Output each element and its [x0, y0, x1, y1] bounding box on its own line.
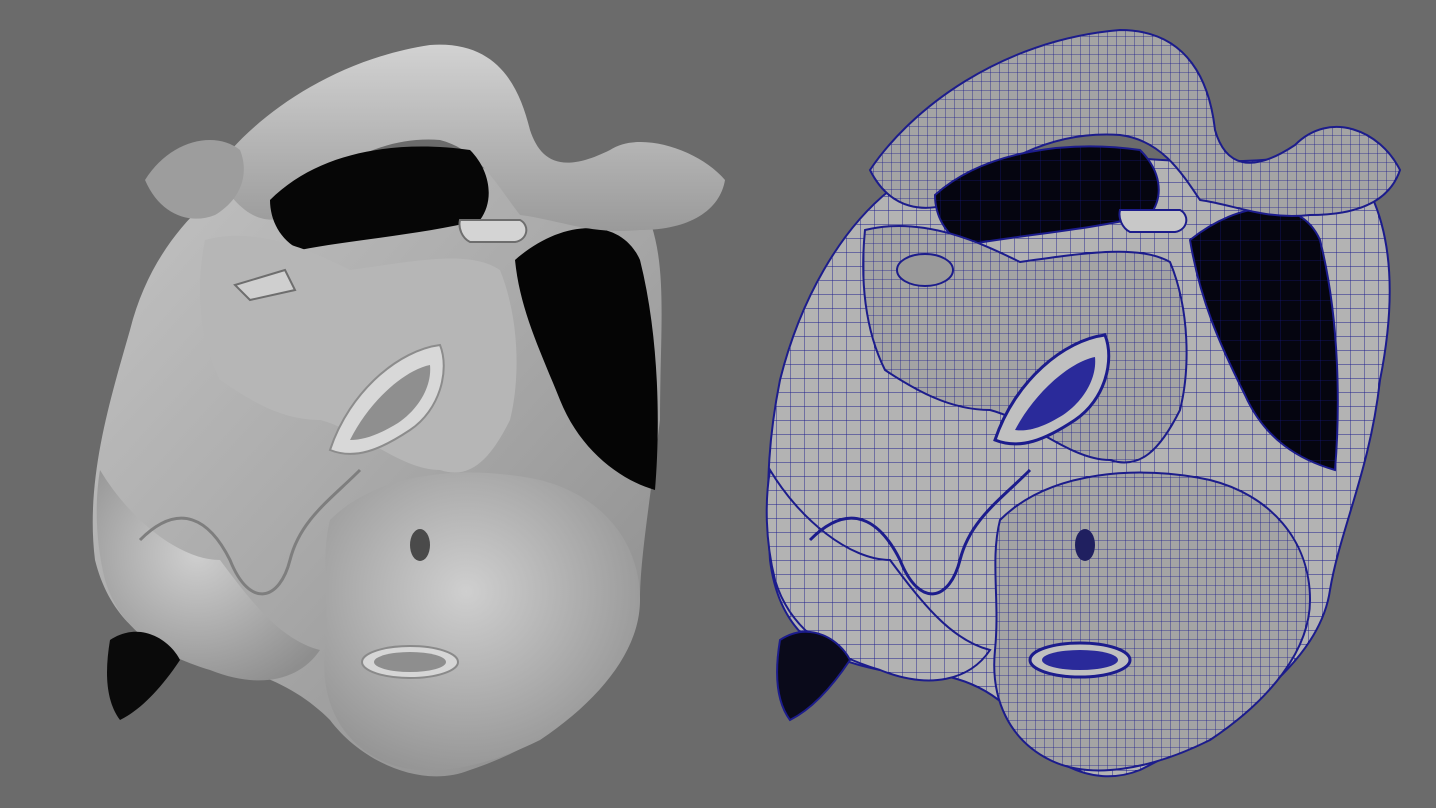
shaded-vest-svg: [92, 44, 725, 777]
wire-chest-clip: [896, 253, 954, 287]
wire-bottom-strap: [776, 630, 852, 722]
3d-viewport: [0, 0, 1436, 808]
wireframe-vest-render: [720, 0, 1436, 808]
wire-lower-right-pad: [993, 471, 1312, 772]
wire-lower-vent-mesh: [1042, 650, 1118, 670]
pocket-slot: [410, 529, 430, 561]
lower-vent-mesh: [374, 652, 446, 672]
lower-right-pad: [324, 472, 640, 771]
buckle-clip: [458, 219, 528, 243]
wireframe-vest-svg: [765, 28, 1402, 778]
wire-pocket-slot: [1075, 529, 1095, 561]
shaded-vest-render: [0, 0, 740, 808]
wire-buckle-clip: [1118, 209, 1188, 233]
